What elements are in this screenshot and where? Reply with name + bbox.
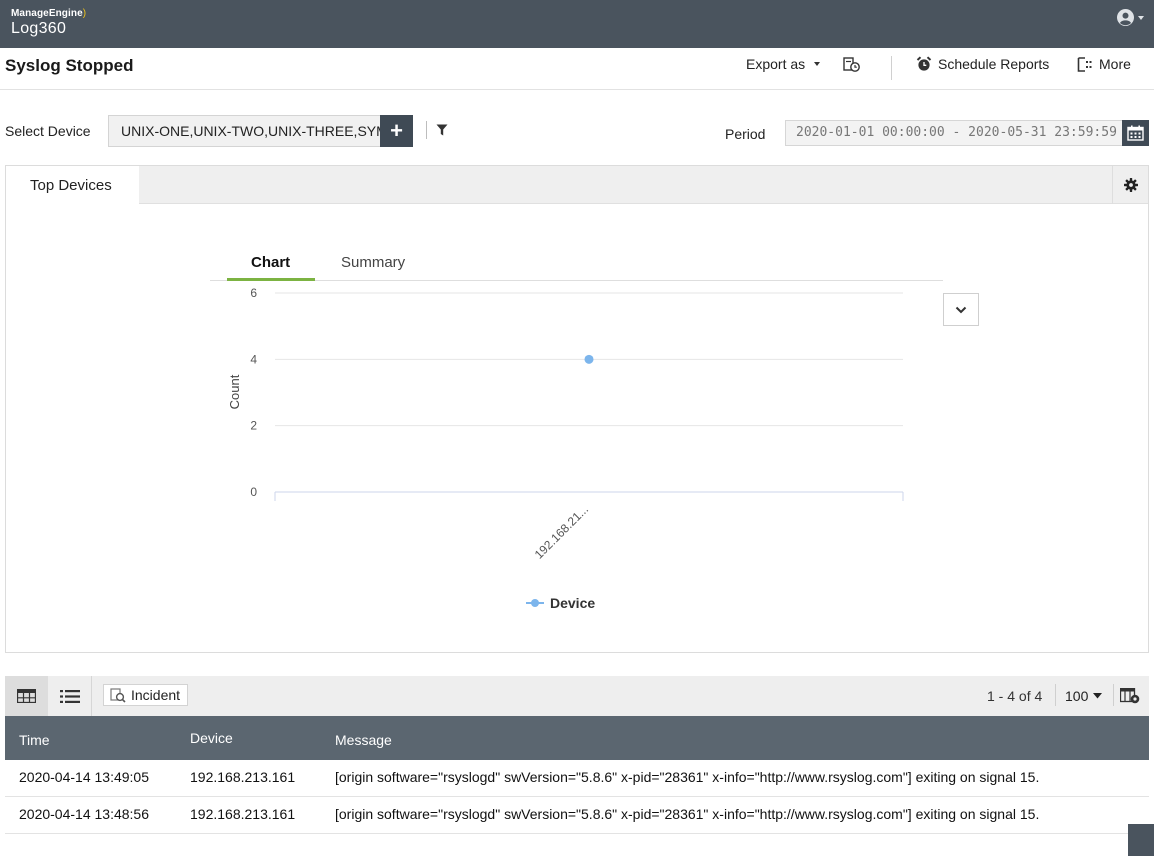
- cell-device: 192.168.213.161: [190, 806, 296, 822]
- y-tick-label: 2: [250, 419, 257, 433]
- incident-search-icon: [110, 687, 126, 703]
- rows-per-page-value: 100: [1065, 688, 1089, 704]
- data-point: [584, 354, 594, 364]
- table-row[interactable]: 2020-04-14 13:49:05 192.168.213.161 [ori…: [5, 760, 1149, 797]
- cell-time: 2020-04-14 13:48:56: [19, 806, 149, 822]
- list-view-icon: [59, 689, 80, 703]
- pager-divider: [1055, 684, 1056, 706]
- scroll-to-top-button[interactable]: [1128, 824, 1154, 856]
- legend-marker: [531, 599, 539, 607]
- cell-device: 192.168.213.161: [190, 769, 296, 785]
- table-header: Time Device Message: [5, 716, 1149, 760]
- table-view-icon: [17, 689, 36, 703]
- x-tick-label: 192.168.21...: [532, 502, 591, 561]
- top-devices-chart: 0 2 4 6 192.168.21... Count Device: [227, 286, 904, 611]
- column-header-message[interactable]: Message: [335, 732, 392, 748]
- y-tick-label: 4: [250, 352, 257, 366]
- caret-down-icon: [1093, 693, 1103, 699]
- list-view-button[interactable]: [48, 676, 91, 716]
- legend-label: Device: [550, 595, 595, 611]
- rows-per-page-select[interactable]: 100: [1065, 688, 1103, 704]
- toolbar-divider: [91, 676, 92, 716]
- incident-label: Incident: [131, 687, 181, 703]
- table-toolbar: Incident 1 - 4 of 4 100: [5, 676, 1149, 716]
- column-header-time[interactable]: Time: [19, 732, 50, 748]
- column-settings-icon[interactable]: [1120, 688, 1140, 704]
- column-header-device[interactable]: Device: [190, 730, 233, 746]
- pagination-info: 1 - 4 of 4: [987, 688, 1043, 704]
- y-tick-label: 6: [250, 286, 257, 300]
- cell-message: [origin software="rsyslogd" swVersion="5…: [335, 806, 1040, 822]
- y-tick-label: 0: [250, 485, 257, 499]
- y-axis-title: Count: [227, 374, 242, 409]
- cell-message: [origin software="rsyslogd" swVersion="5…: [335, 769, 1040, 785]
- grid-view-button[interactable]: [5, 676, 48, 716]
- cell-time: 2020-04-14 13:49:05: [19, 769, 149, 785]
- table-row[interactable]: 2020-04-14 13:48:56 192.168.213.161 [ori…: [5, 797, 1149, 834]
- incident-button[interactable]: Incident: [103, 684, 189, 706]
- pager-divider: [1113, 684, 1114, 706]
